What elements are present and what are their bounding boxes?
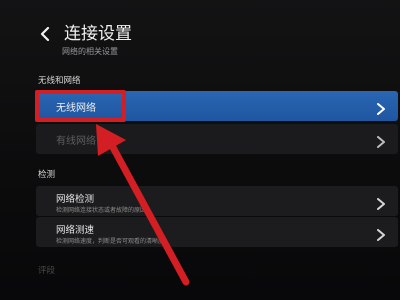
page-subtitle: 网络的相关设置 [62,47,118,56]
menu-item-network-speedtest[interactable]: 网络测速 检测网络速度，判断是否可观看的清晰度 [36,217,398,247]
chevron-left-icon[interactable] [36,25,54,43]
menu-item-description: 检测网络速度，判断是否可观看的清晰度 [56,238,165,245]
menu-item-description: 检测网络连接状态或者故障的原因 [56,207,147,214]
menu-item-title: 网络测速 [56,225,95,236]
menu-item-network-detect[interactable]: 网络检测 检测网络连接状态或者故障的原因 [36,186,398,216]
header: 连接设置 [36,24,132,44]
chevron-right-icon [376,195,386,210]
annotation-highlight-box [35,90,126,122]
section-header-detect: 检测 [38,170,56,180]
menu-item-label: 有线网络 [56,135,96,147]
page-title: 连接设置 [64,24,132,44]
chevron-right-icon [376,100,386,115]
section-header-next: 评段 [38,266,56,276]
connection-settings-screen: 连接设置 网络的相关设置 无线和网络 无线网络 有线网络 检测 网络检测 检测网… [0,0,400,300]
menu-item-title: 网络检测 [56,194,95,205]
section-header-wireless: 无线和网络 [38,76,81,86]
chevron-right-icon [376,133,386,148]
menu-item-wired-network[interactable]: 有线网络 [36,124,398,154]
chevron-right-icon [376,226,386,241]
